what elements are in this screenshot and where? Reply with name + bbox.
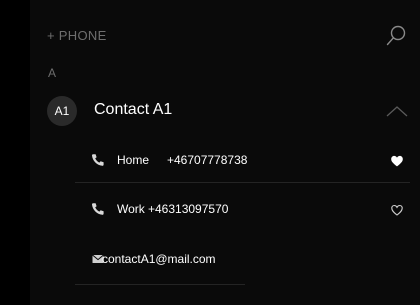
- avatar: A1: [47, 96, 77, 126]
- collapse-button[interactable]: [385, 104, 409, 118]
- entry-label: Home: [117, 153, 150, 167]
- contact-entry-email[interactable]: contactA1@mail.com: [30, 240, 420, 280]
- chevron-up-icon: [386, 106, 408, 117]
- divider: [75, 284, 245, 285]
- contact-entry-work[interactable]: Work +46313097570: [30, 190, 420, 230]
- contact-name: Contact A1: [94, 101, 173, 118]
- favorite-toggle[interactable]: [390, 154, 404, 168]
- contact-header[interactable]: A1 Contact A1: [30, 92, 420, 132]
- favorite-toggle[interactable]: [390, 203, 404, 217]
- divider: [75, 182, 410, 183]
- top-bar: + PHONE: [30, 22, 420, 52]
- entry-value: +46707778738: [167, 153, 248, 167]
- phone-icon: [91, 203, 104, 215]
- search-icon: [386, 25, 406, 46]
- search-button[interactable]: [385, 24, 407, 48]
- add-phone-button[interactable]: + PHONE: [47, 28, 107, 43]
- entry-label: Work: [117, 202, 145, 216]
- contact-entry-home[interactable]: Home +46707778738: [30, 141, 420, 181]
- entry-value: +46313097570: [148, 202, 229, 216]
- entry-value: contactA1@mail.com: [102, 252, 216, 266]
- heart-outline-icon: [391, 204, 403, 216]
- section-header-letter: A: [48, 66, 57, 80]
- contacts-panel: + PHONE A A1 Contact A1 Home +4670777873…: [30, 0, 420, 305]
- heart-filled-icon: [391, 155, 403, 167]
- phone-icon: [91, 154, 104, 166]
